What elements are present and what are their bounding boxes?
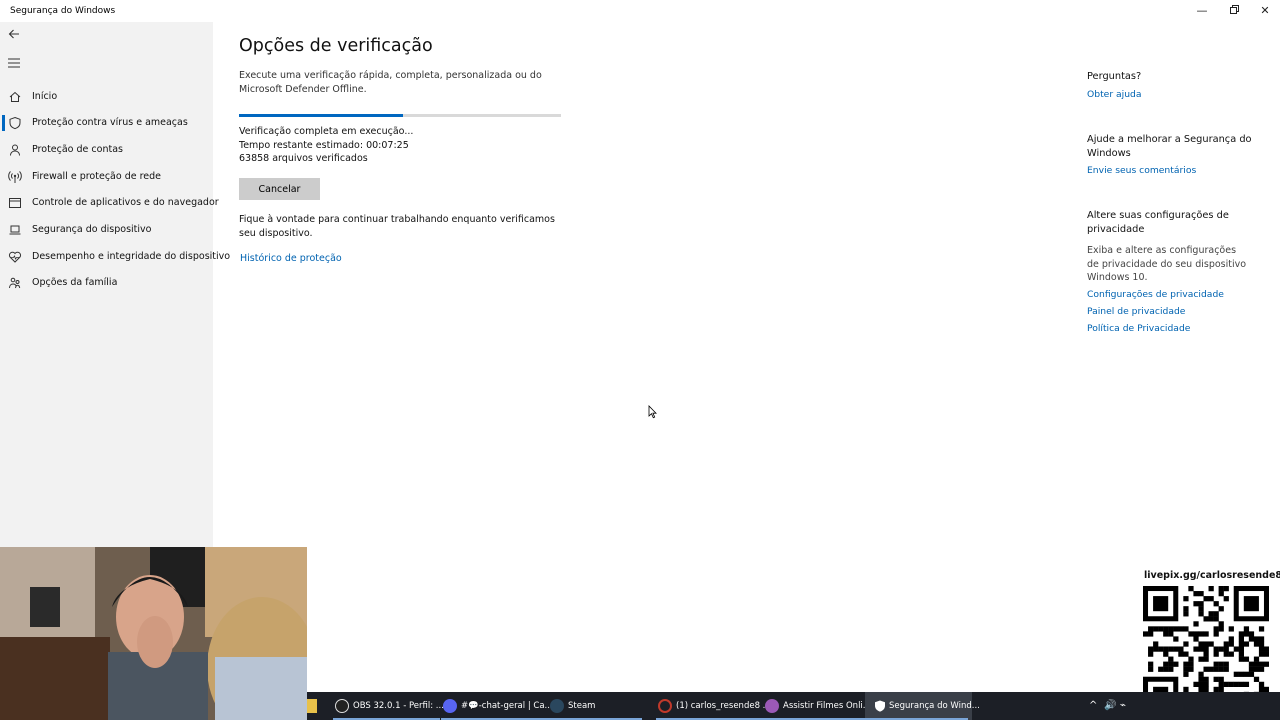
restore-button[interactable] — [1218, 0, 1250, 22]
app-window-icon — [9, 198, 21, 208]
window-title: Segurança do Windows — [10, 6, 116, 16]
close-button[interactable]: ✕ — [1249, 0, 1280, 22]
webcam-overlay — [0, 547, 307, 720]
time-remaining: Tempo restante estimado: 00:07:25 — [239, 139, 409, 151]
discord-icon — [443, 699, 457, 713]
volume-icon[interactable]: 🔊 — [1104, 692, 1116, 720]
shield-icon — [9, 116, 21, 130]
back-button[interactable] — [6, 28, 22, 44]
cancel-button[interactable]: Cancelar — [239, 178, 320, 200]
livepix-label: livepix.gg/carlosresende8 — [1144, 570, 1280, 581]
files-scanned: 63858 arquivos verificados — [239, 153, 368, 164]
improve-heading: Ajude a melhorar a Segurança do Windows — [1087, 134, 1252, 159]
nav-item-label: Controle de aplicativos e do navegador — [32, 197, 219, 208]
get-help-link[interactable]: Obter ajuda — [1087, 89, 1141, 100]
info-text: Fique à vontade para continuar trabalhan… — [239, 214, 555, 239]
nav-item-label: Proteção contra vírus e ameaças — [32, 117, 188, 128]
nav-item-family-options[interactable]: Opções da família — [0, 270, 213, 296]
nav-item-virus-protection[interactable]: Proteção contra vírus e ameaças — [0, 110, 213, 136]
browser-icon — [765, 699, 779, 713]
privacy-settings-link[interactable]: Configurações de privacidade — [1087, 289, 1224, 300]
mouse-cursor-icon — [648, 405, 657, 419]
nav-item-device-security[interactable]: Segurança do dispositivo — [0, 217, 213, 243]
nav-item-label: Início — [32, 91, 58, 102]
privacy-panel-link[interactable]: Painel de privacidade — [1087, 306, 1185, 317]
network-icon[interactable]: ⌁ — [1120, 692, 1126, 720]
back-arrow-icon — [8, 29, 19, 39]
taskbar-item-windows-security[interactable]: Segurança do Wind... — [863, 692, 980, 720]
obs-icon — [335, 699, 349, 713]
questions-heading: Perguntas? — [1087, 71, 1142, 82]
shield-icon — [875, 700, 885, 712]
home-icon — [9, 91, 21, 102]
nav-item-home[interactable]: Início — [0, 84, 213, 110]
nav-item-label: Firewall e proteção de rede — [32, 171, 162, 182]
nav-item-label: Desempenho e integridade do dispositivo — [32, 251, 231, 262]
laptop-icon — [9, 225, 21, 235]
nav-item-account-protection[interactable]: Proteção de contas — [0, 137, 213, 163]
person-icon — [10, 144, 20, 156]
minimize-button[interactable]: — — [1186, 0, 1218, 22]
nav-item-app-browser-control[interactable]: Controle de aplicativos e do navegador — [0, 190, 219, 216]
file-explorer-icon[interactable] — [307, 699, 317, 713]
taskbar-item-opera[interactable]: (1) carlos_resende8 ... — [656, 692, 771, 720]
heart-icon — [8, 251, 22, 263]
opera-icon — [658, 699, 672, 713]
family-icon — [9, 277, 21, 289]
privacy-policy-link[interactable]: Política de Privacidade — [1087, 323, 1190, 334]
taskbar-item-steam[interactable]: Steam — [548, 692, 646, 720]
nav-item-device-performance[interactable]: Desempenho e integridade do dispositivo — [0, 244, 230, 270]
webcam-image — [0, 547, 307, 720]
scan-progress-bar — [239, 114, 561, 117]
antenna-icon — [8, 171, 22, 183]
restore-icon — [1229, 5, 1239, 14]
feedback-link[interactable]: Envie seus comentários — [1087, 165, 1196, 176]
taskbar-item-discord[interactable]: #💬-chat-geral | Ca... — [441, 692, 553, 720]
sidebar: Início Proteção contra vírus e ameaças P… — [0, 22, 230, 547]
scan-progress-fill — [239, 114, 404, 117]
page-description: Execute uma verificação rápida, completa… — [239, 70, 542, 95]
nav-item-label: Proteção de contas — [32, 144, 123, 155]
steam-icon — [550, 699, 564, 713]
taskbar: OBS 32.0.1 - Perfil: ... #💬-chat-geral |… — [307, 692, 1280, 720]
protection-history-link[interactable]: Histórico de proteção — [240, 253, 342, 264]
privacy-text: Exiba e altere as configurações de priva… — [1087, 245, 1247, 283]
nav-item-firewall[interactable]: Firewall e proteção de rede — [0, 164, 213, 190]
tray-chevron-icon[interactable]: ^ — [1089, 692, 1097, 720]
privacy-heading: Altere suas configurações de privacidade — [1087, 210, 1229, 235]
taskbar-item-browser[interactable]: Assistir Filmes Onli... — [763, 692, 871, 720]
hamburger-icon — [8, 58, 20, 68]
page-title: Opções de verificação — [239, 36, 433, 56]
nav-item-label: Segurança do dispositivo — [32, 224, 152, 235]
nav-item-label: Opções da família — [32, 277, 118, 288]
taskbar-item-obs[interactable]: OBS 32.0.1 - Perfil: ... — [333, 692, 444, 720]
scan-status: Verificação completa em execução... — [239, 126, 414, 137]
menu-button[interactable] — [6, 56, 22, 72]
